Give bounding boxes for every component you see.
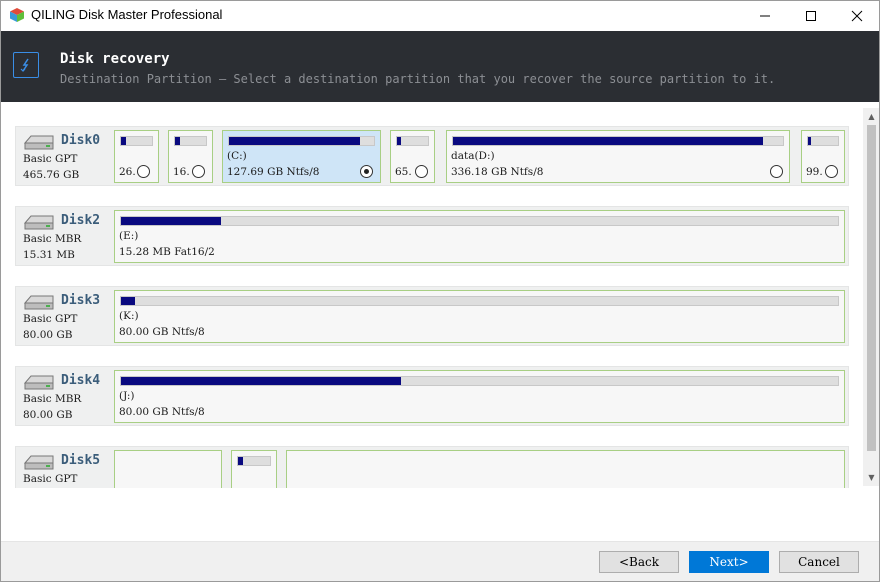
hard-disk-icon	[23, 135, 54, 150]
usage-fill	[229, 137, 360, 145]
usage-bar	[120, 376, 839, 386]
maximize-button[interactable]	[788, 0, 834, 31]
usage-fill	[121, 377, 401, 385]
partition-disk2-e[interactable]: (E:) 15.28 MB Fat16/2	[114, 210, 845, 263]
disk-size: 15.31 MB	[23, 249, 75, 261]
cancel-button[interactable]: Cancel	[779, 551, 859, 573]
usage-fill	[121, 137, 126, 145]
partition-info: 80.00 GB Ntfs/8	[119, 406, 205, 418]
usage-bar	[228, 136, 375, 146]
page-subtitle: Destination Partition — Select a destina…	[60, 72, 776, 86]
partition-info: 336.18 GB Ntfs/8	[451, 166, 544, 178]
usage-fill	[808, 137, 811, 145]
title-bar: QILING Disk Master Professional	[0, 0, 880, 31]
usage-fill	[175, 137, 180, 145]
minimize-icon	[760, 15, 770, 16]
disk-name: Disk5	[61, 453, 101, 468]
partition-disk5-1[interactable]	[114, 450, 222, 488]
usage-fill	[121, 217, 222, 225]
usage-fill	[397, 137, 401, 145]
partition-disk0-4[interactable]: 65.	[390, 130, 435, 183]
disk-row-disk4: Disk4 Basic MBR 80.00 GB (J:) 80.00 GB N…	[15, 366, 849, 426]
disk-size: 465.76 GB	[23, 169, 80, 181]
minimize-button[interactable]	[742, 0, 788, 31]
hard-disk-icon	[23, 295, 54, 310]
usage-bar	[237, 456, 271, 466]
partition-radio[interactable]	[770, 165, 783, 178]
partition-disk3-k[interactable]: (K:) 80.00 GB Ntfs/8	[114, 290, 845, 343]
partition-info: 99.	[806, 166, 823, 178]
disk-row-disk5: Disk5 Basic GPT	[15, 446, 849, 488]
partition-info: 127.69 GB Ntfs/8	[227, 166, 320, 178]
partition-label: data(D:)	[451, 150, 495, 162]
partition-label: (K:)	[119, 310, 139, 322]
window-title: QILING Disk Master Professional	[31, 7, 223, 22]
usage-fill	[453, 137, 764, 145]
maximize-icon	[806, 10, 816, 21]
scroll-thumb[interactable]	[867, 125, 876, 451]
partition-radio[interactable]	[415, 165, 428, 178]
disk-list: Disk0 Basic GPT 465.76 GB 26. 16. (C:) 1…	[0, 102, 880, 488]
partition-disk0-6[interactable]: 99.	[801, 130, 845, 183]
partition-label: (E:)	[119, 230, 139, 242]
partition-disk5-2[interactable]	[231, 450, 277, 488]
partition-disk0-d[interactable]: data(D:) 336.18 GB Ntfs/8	[446, 130, 790, 183]
partition-disk4-j[interactable]: (J:) 80.00 GB Ntfs/8	[114, 370, 845, 423]
disk-size: 80.00 GB	[23, 329, 73, 341]
usage-bar	[807, 136, 839, 146]
partition-label: (C:)	[227, 150, 247, 162]
disk-type: Basic GPT	[23, 473, 78, 485]
partition-radio[interactable]	[137, 165, 150, 178]
partition-info: 80.00 GB Ntfs/8	[119, 326, 205, 338]
partition-radio[interactable]	[192, 165, 205, 178]
partition-disk5-3[interactable]	[286, 450, 845, 488]
next-button[interactable]: Next>	[689, 551, 769, 573]
disk-name: Disk2	[61, 213, 101, 228]
page-title: Disk recovery	[60, 51, 170, 67]
partition-info: 65.	[395, 166, 412, 178]
disk-type: Basic MBR	[23, 393, 82, 405]
disk-type: Basic GPT	[23, 153, 78, 165]
disk-recovery-icon	[13, 52, 39, 78]
usage-fill	[121, 297, 136, 305]
disk-name: Disk0	[61, 133, 101, 148]
vertical-scrollbar[interactable]: ▲ ▼	[863, 108, 880, 486]
usage-bar	[120, 216, 839, 226]
close-icon	[851, 10, 863, 21]
disk-name: Disk4	[61, 373, 101, 388]
usage-bar	[174, 136, 207, 146]
usage-fill	[238, 457, 243, 465]
hard-disk-icon	[23, 215, 54, 230]
partition-info: 26.	[119, 166, 136, 178]
back-button[interactable]: <Back	[599, 551, 679, 573]
partition-info: 16.	[173, 166, 190, 178]
usage-bar	[396, 136, 429, 146]
usage-bar	[120, 136, 153, 146]
disk-type: Basic GPT	[23, 313, 78, 325]
usage-bar	[452, 136, 784, 146]
scroll-down-arrow-icon[interactable]: ▼	[863, 469, 880, 486]
hard-disk-icon	[23, 375, 54, 390]
scroll-up-arrow-icon[interactable]: ▲	[863, 108, 880, 125]
disk-type: Basic MBR	[23, 233, 82, 245]
partition-info: 15.28 MB Fat16/2	[119, 246, 215, 258]
usage-bar	[120, 296, 839, 306]
hard-disk-icon	[23, 455, 54, 470]
partition-disk0-c[interactable]: (C:) 127.69 GB Ntfs/8	[222, 130, 381, 183]
partition-label: (J:)	[119, 390, 135, 402]
partition-radio[interactable]	[825, 165, 838, 178]
disk-row-disk0: Disk0 Basic GPT 465.76 GB 26. 16. (C:) 1…	[15, 126, 849, 186]
cube-icon	[10, 8, 24, 22]
disk-row-disk2: Disk2 Basic MBR 15.31 MB (E:) 15.28 MB F…	[15, 206, 849, 266]
partition-disk0-1[interactable]: 26.	[114, 130, 159, 183]
disk-name: Disk3	[61, 293, 101, 308]
close-button[interactable]	[834, 0, 880, 31]
partition-disk0-2[interactable]: 16.	[168, 130, 213, 183]
partition-radio-selected[interactable]	[360, 165, 373, 178]
disk-row-disk3: Disk3 Basic GPT 80.00 GB (K:) 80.00 GB N…	[15, 286, 849, 346]
disk-size: 80.00 GB	[23, 409, 73, 421]
